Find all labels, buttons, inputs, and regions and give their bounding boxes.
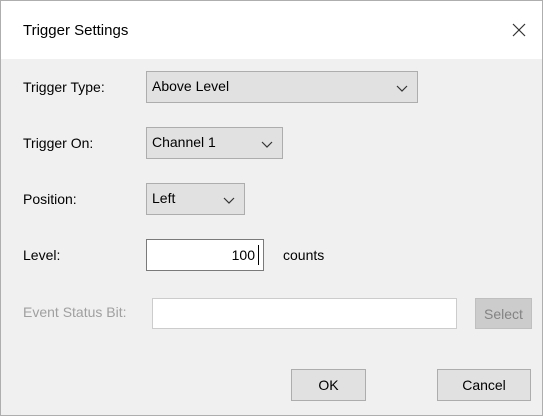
dialog-title: Trigger Settings [23, 22, 129, 39]
trigger-type-select[interactable]: Above Level [146, 71, 418, 103]
trigger-on-select[interactable]: Channel 1 [146, 127, 283, 159]
level-value: 100 [231, 247, 255, 263]
trigger-type-value: Above Level [152, 78, 230, 94]
level-input[interactable]: 100 [146, 239, 264, 271]
level-units: counts [283, 247, 325, 263]
event-status-bit-input[interactable] [152, 298, 457, 329]
cancel-button-label: Cancel [462, 377, 506, 393]
ok-button-label: OK [318, 377, 339, 393]
event-status-bit-label: Event Status Bit: [23, 304, 127, 320]
close-icon [512, 23, 526, 37]
text-caret [258, 245, 259, 265]
level-label: Level: [23, 247, 61, 263]
select-button[interactable]: Select [475, 298, 532, 329]
ok-button[interactable]: OK [291, 369, 366, 401]
trigger-settings-dialog: Trigger Settings Trigger Type: Above Lev… [0, 0, 543, 416]
position-select[interactable]: Left [146, 183, 245, 215]
chevron-down-icon [396, 85, 408, 92]
chevron-down-icon [223, 197, 235, 204]
title-bar: Trigger Settings [1, 1, 542, 59]
chevron-down-icon [261, 141, 273, 148]
position-label: Position: [23, 191, 77, 207]
trigger-on-value: Channel 1 [152, 134, 216, 150]
position-value: Left [152, 190, 176, 206]
close-button[interactable] [504, 15, 534, 45]
trigger-on-label: Trigger On: [23, 135, 94, 151]
cancel-button[interactable]: Cancel [437, 369, 531, 401]
select-button-label: Select [484, 305, 523, 322]
trigger-type-label: Trigger Type: [23, 79, 105, 95]
